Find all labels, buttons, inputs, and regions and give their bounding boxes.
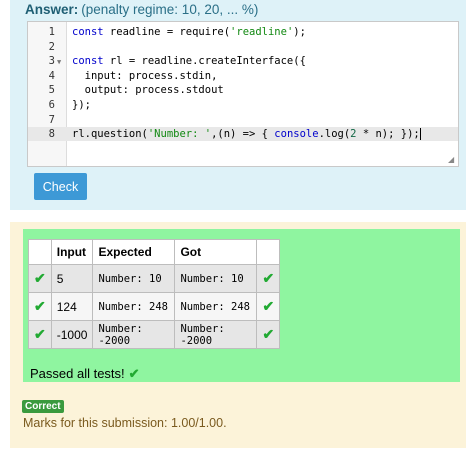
result-panel: Input Expected Got ✔ 5 Number: 10 Number… bbox=[10, 222, 466, 448]
check-button[interactable]: Check bbox=[34, 173, 87, 200]
check-icon: ✔ bbox=[28, 292, 52, 321]
code-text: const rl = readline.createInterface({ bbox=[72, 55, 306, 68]
code-line[interactable]: 6}); bbox=[28, 98, 458, 112]
answer-panel: Answer: (penalty regime: 10, 20, ... %) 1… bbox=[10, 0, 466, 210]
input-cell: 124 bbox=[50, 292, 94, 321]
input-cell: -1000 bbox=[50, 320, 94, 349]
penalty-regime: (penalty regime: 10, 20, ... %) bbox=[81, 2, 259, 17]
fold-arrow-icon[interactable]: ▼ bbox=[57, 55, 61, 69]
code-text: }); bbox=[72, 99, 91, 111]
input-cell: 5 bbox=[50, 264, 94, 293]
got-cell: Number: 248 bbox=[174, 292, 258, 321]
check-icon: ✔ bbox=[28, 264, 52, 293]
line-number: 5 bbox=[48, 84, 55, 97]
line-number: 1 bbox=[48, 26, 55, 38]
code-line[interactable]: 5 output: process.stdout bbox=[28, 83, 458, 97]
check-icon: ✔ bbox=[28, 320, 52, 349]
test-results-table: Input Expected Got ✔ 5 Number: 10 Number… bbox=[28, 239, 281, 349]
check-icon: ✔ bbox=[256, 264, 281, 293]
check-icon: ✔ bbox=[256, 292, 281, 321]
line-number: 6 bbox=[48, 99, 55, 111]
got-cell: Number: -2000 bbox=[174, 320, 258, 349]
got-cell: Number: 10 bbox=[174, 264, 258, 293]
text-cursor bbox=[419, 128, 421, 141]
correct-badge: Correct bbox=[22, 400, 64, 413]
code-text: output: process.stdout bbox=[72, 84, 224, 97]
column-header-result bbox=[256, 239, 281, 265]
table-row: ✔ -1000 Number: -2000 Number: -2000 ✔ bbox=[28, 320, 281, 349]
marks-text: Marks for this submission: 1.00/1.00. bbox=[23, 416, 227, 430]
expected-cell: Number: 248 bbox=[92, 292, 176, 321]
resize-grip-icon[interactable]: ◢ bbox=[448, 156, 456, 164]
expected-cell: Number: -2000 bbox=[92, 320, 176, 349]
passed-text: Passed all tests! bbox=[30, 366, 125, 381]
line-number: 3 bbox=[48, 55, 55, 68]
code-line[interactable]: 7 bbox=[28, 113, 458, 127]
column-header-got: Got bbox=[174, 239, 258, 265]
column-header-expected: Expected bbox=[92, 239, 176, 265]
column-header-status bbox=[28, 239, 52, 265]
code-text: const readline = require('readline'); bbox=[72, 26, 306, 38]
expected-cell: Number: 10 bbox=[92, 264, 176, 293]
line-number: 4 bbox=[48, 69, 55, 82]
column-header-input: Input bbox=[50, 239, 94, 265]
code-editor[interactable]: 1 const readline = require('readline'); 2 3… bbox=[27, 21, 459, 167]
table-row: ✔ 5 Number: 10 Number: 10 ✔ bbox=[28, 264, 281, 293]
answer-label: Answer: bbox=[25, 2, 79, 17]
line-number: 2 bbox=[48, 40, 55, 53]
table-header-row: Input Expected Got bbox=[28, 239, 281, 265]
test-results-box: Input Expected Got ✔ 5 Number: 10 Number… bbox=[23, 229, 460, 382]
code-text: rl.question('Number: ',(n) => { console.… bbox=[72, 128, 421, 141]
code-line[interactable]: 2 bbox=[28, 40, 458, 54]
code-line[interactable]: 1 const readline = require('readline'); bbox=[28, 25, 458, 39]
check-icon: ✔ bbox=[128, 366, 140, 381]
answer-heading: Answer: (penalty regime: 10, 20, ... %) bbox=[25, 2, 258, 17]
passed-message: Passed all tests! ✔ bbox=[30, 366, 140, 382]
check-icon: ✔ bbox=[256, 320, 281, 349]
code-line[interactable]: 3 ▼ const rl = readline.createInterface({ bbox=[28, 54, 458, 68]
line-number: 7 bbox=[48, 113, 55, 126]
table-row: ✔ 124 Number: 248 Number: 248 ✔ bbox=[28, 292, 281, 321]
line-number: 8 bbox=[48, 128, 55, 141]
code-line[interactable]: 8 rl.question('Number: ',(n) => { console… bbox=[28, 127, 458, 142]
code-text: input: process.stdin, bbox=[72, 69, 218, 82]
code-line[interactable]: 4 input: process.stdin, bbox=[28, 69, 458, 83]
